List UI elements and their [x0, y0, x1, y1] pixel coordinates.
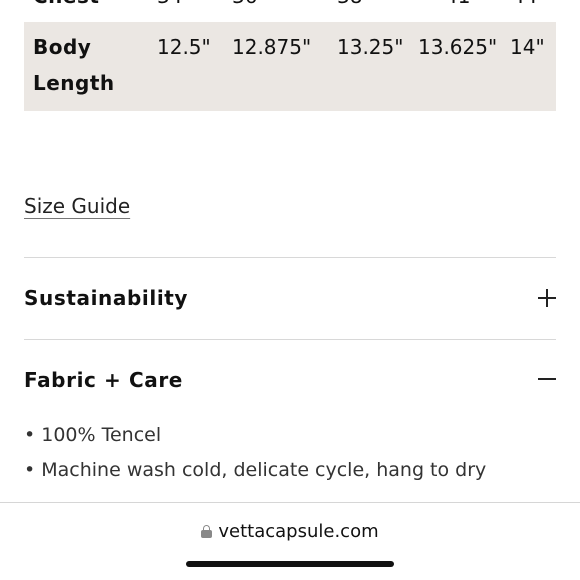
- browser-address-bar[interactable]: vettacapsule.com: [0, 502, 580, 580]
- list-item: • 100% Tencel: [24, 424, 162, 446]
- minus-icon[interactable]: [538, 370, 556, 388]
- size-table-row-body-length: Body Length 12.5" 12.875" 13.25" 13.625"…: [24, 22, 556, 111]
- table-cell: 34": [157, 0, 192, 14]
- plus-icon[interactable]: [538, 289, 556, 307]
- product-page: Chest 34" 36" 38" 41" 44" Body Length 12…: [0, 0, 580, 580]
- table-cell: 12.875": [232, 35, 312, 59]
- url-text[interactable]: vettacapsule.com: [218, 521, 378, 542]
- table-cell: 13.25": [337, 35, 404, 59]
- row-label-body: Body: [33, 35, 92, 59]
- size-table-row-chest: Chest 34" 36" 38" 41" 44": [24, 0, 556, 18]
- list-item: • Machine wash cold, delicate cycle, han…: [24, 459, 487, 481]
- table-cell: 36": [232, 0, 267, 14]
- divider: [24, 339, 556, 340]
- table-cell: 44": [512, 0, 547, 14]
- table-cell: 12.5": [157, 35, 211, 59]
- accordion-title-fabric-care: Fabric + Care: [24, 368, 183, 392]
- divider: [24, 257, 556, 258]
- table-cell: 38": [337, 0, 372, 14]
- size-guide-link[interactable]: Size Guide: [24, 194, 130, 218]
- table-cell: 14": [510, 35, 545, 59]
- lock-icon: [201, 525, 213, 538]
- row-label-length: Length: [33, 71, 115, 95]
- home-indicator[interactable]: [186, 561, 394, 567]
- table-cell: 41": [445, 0, 480, 14]
- row-label-chest: Chest: [33, 0, 99, 14]
- table-cell: 13.625": [418, 35, 498, 59]
- accordion-title-sustainability: Sustainability: [24, 286, 189, 310]
